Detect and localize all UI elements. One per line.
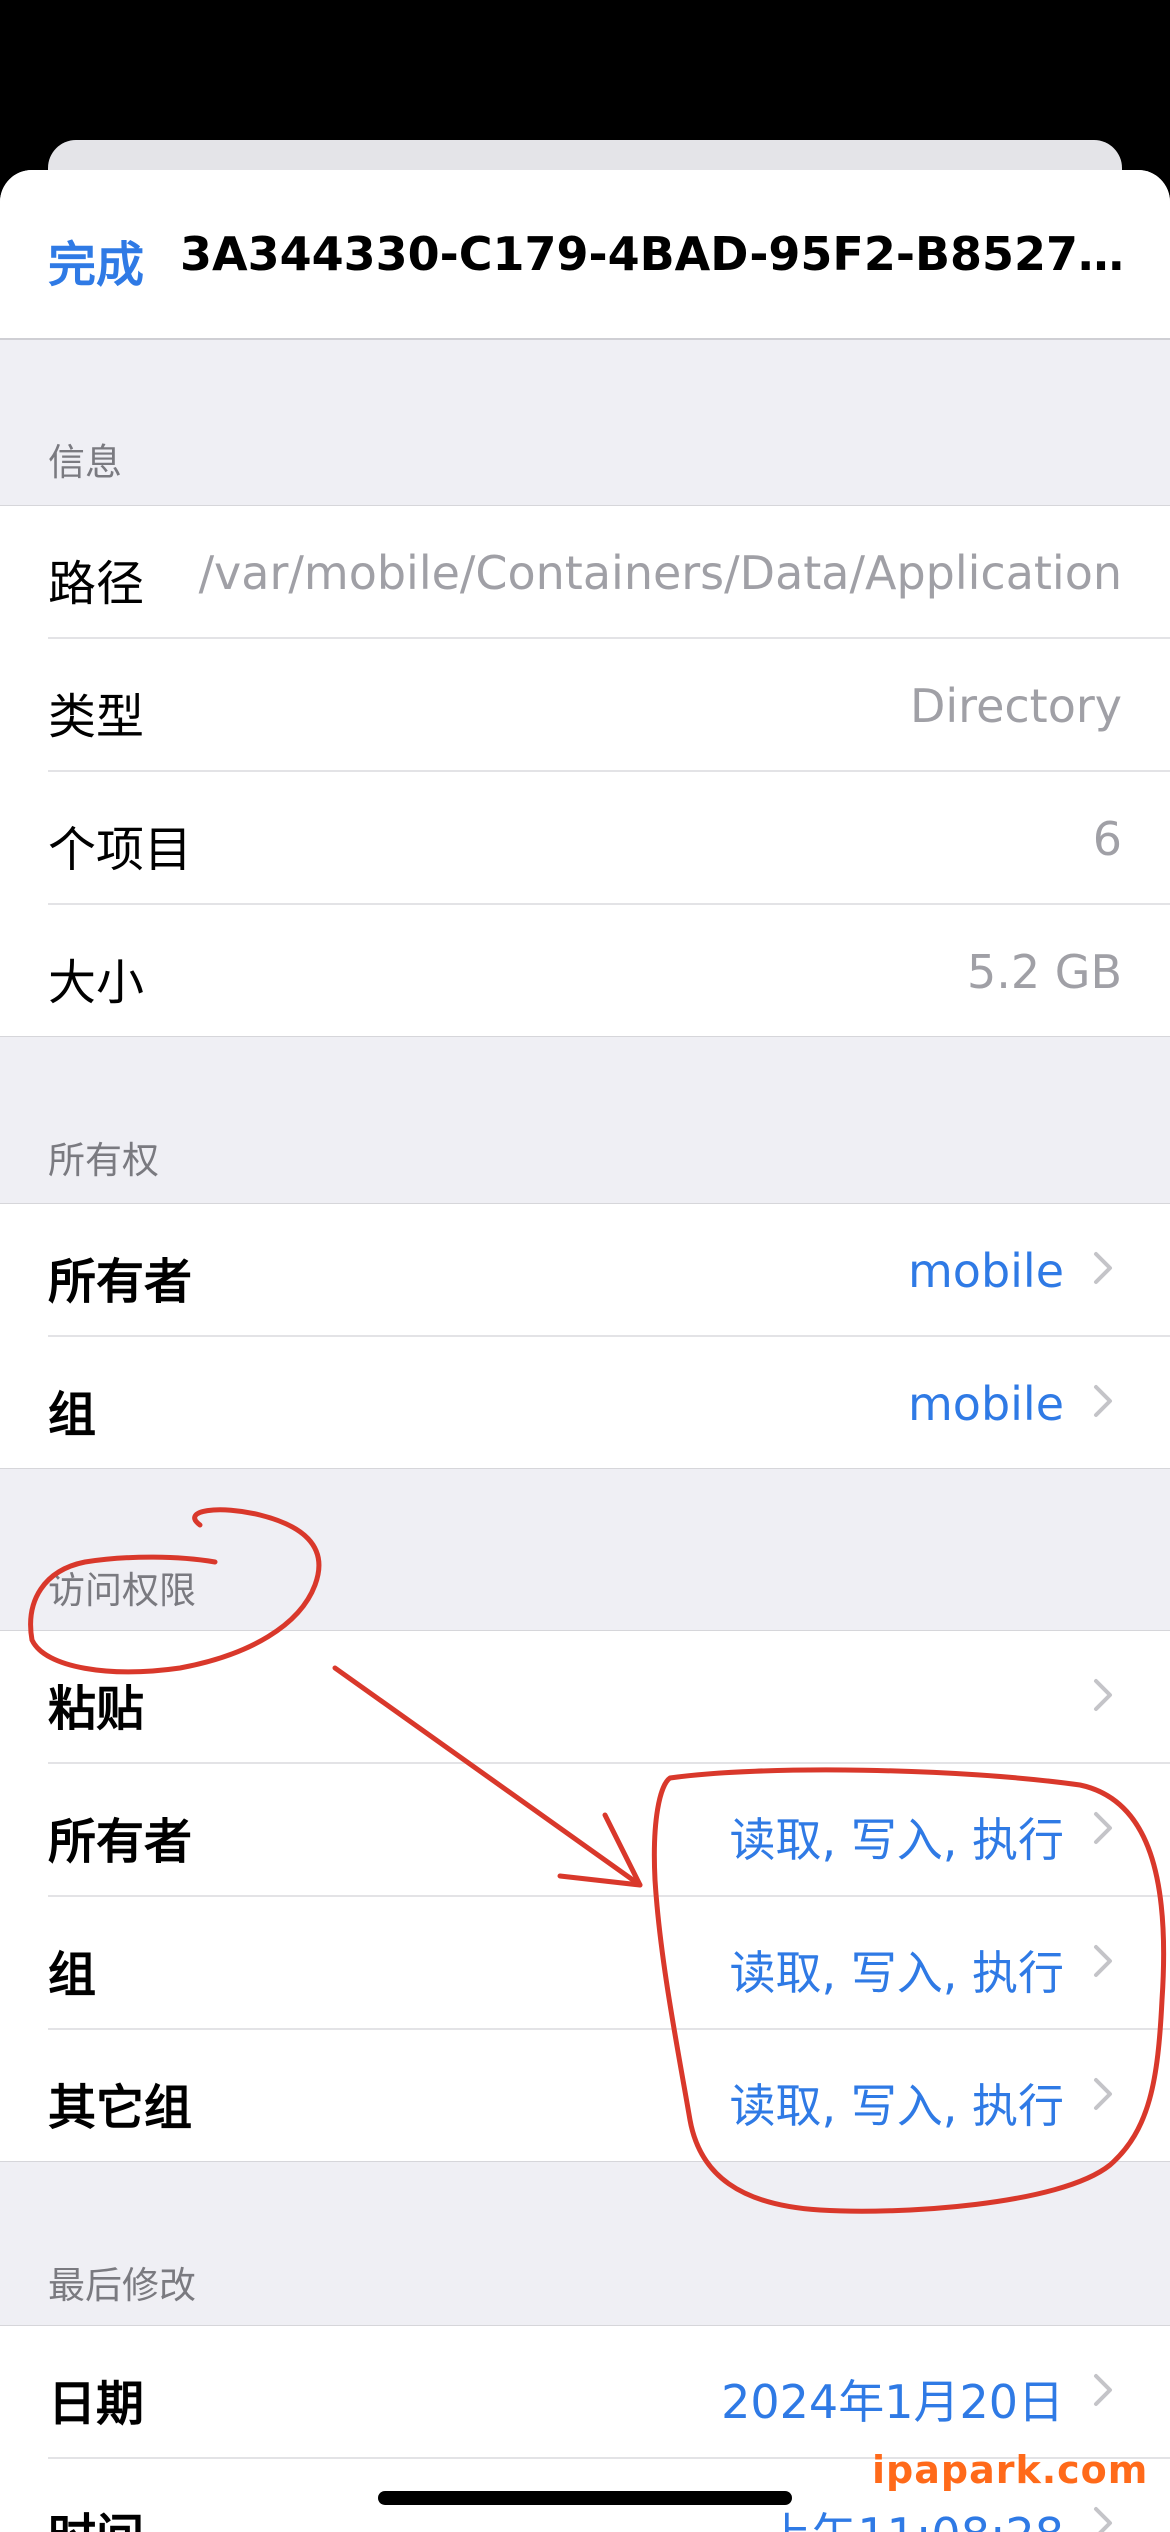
- row-owner-permissions[interactable]: 所有者 读取, 写入, 执行: [48, 1764, 1170, 1897]
- info-group: 路径 /var/mobile/Containers/Data/Applicati…: [0, 505, 1170, 1037]
- section-header-permissions: 访问权限: [48, 1569, 196, 1612]
- paste-label: 粘贴: [48, 1681, 145, 1737]
- group-permissions-value: 读取, 写入, 执行: [729, 1946, 1065, 2000]
- section-header-modified: 最后修改: [48, 2264, 196, 2307]
- row-group[interactable]: 组 mobile: [48, 1337, 1170, 1468]
- chevron-right-icon: [1094, 1252, 1112, 1284]
- owner-permissions-label: 所有者: [48, 1814, 193, 1870]
- path-value: /var/mobile/Containers/Data/Application: [198, 546, 1122, 600]
- owner-label: 所有者: [48, 1254, 193, 1310]
- row-group-permissions[interactable]: 组 读取, 写入, 执行: [48, 1897, 1170, 2030]
- row-item-count: 个项目 6: [48, 772, 1170, 905]
- done-button[interactable]: 完成: [48, 225, 144, 295]
- nav-title: 3A344330-C179-4BAD-95F2-B8527...: [180, 227, 1130, 281]
- item-count-label: 个项目: [48, 822, 193, 878]
- group-label: 组: [48, 1387, 97, 1443]
- size-label: 大小: [48, 955, 145, 1011]
- item-count-value: 6: [1092, 812, 1122, 866]
- row-other-permissions[interactable]: 其它组 读取, 写入, 执行: [48, 2030, 1170, 2161]
- row-paste[interactable]: 粘贴: [48, 1631, 1170, 1764]
- other-permissions-value: 读取, 写入, 执行: [729, 2079, 1065, 2133]
- group-value: mobile: [907, 1377, 1064, 1431]
- home-indicator: [378, 2491, 792, 2505]
- chevron-right-icon: [1094, 2374, 1112, 2406]
- file-info-sheet: 完成 3A344330-C179-4BAD-95F2-B8527... 信息 路…: [0, 170, 1170, 2532]
- section-header-info: 信息: [48, 441, 122, 484]
- time-value: 上午11:08:28: [765, 2499, 1064, 2532]
- chevron-right-icon: [1094, 2507, 1112, 2532]
- watermark: ipapark.com: [872, 2448, 1149, 2492]
- chevron-right-icon: [1094, 1385, 1112, 1417]
- ownership-group: 所有者 mobile 组 mobile: [0, 1203, 1170, 1469]
- owner-permissions-value: 读取, 写入, 执行: [729, 1813, 1065, 1867]
- type-label: 类型: [48, 689, 145, 745]
- other-permissions-label: 其它组: [48, 2080, 193, 2136]
- date-label: 日期: [48, 2376, 145, 2432]
- type-value: Directory: [909, 679, 1122, 733]
- owner-value: mobile: [907, 1244, 1064, 1298]
- row-date[interactable]: 日期 2024年1月20日: [48, 2326, 1170, 2459]
- row-path: 路径 /var/mobile/Containers/Data/Applicati…: [48, 506, 1170, 639]
- chevron-right-icon: [1094, 1679, 1112, 1711]
- date-value: 2024年1月20日: [721, 2375, 1064, 2429]
- chevron-right-icon: [1094, 1812, 1112, 1844]
- row-owner[interactable]: 所有者 mobile: [48, 1204, 1170, 1337]
- row-type: 类型 Directory: [48, 639, 1170, 772]
- chevron-right-icon: [1094, 2078, 1112, 2110]
- path-label: 路径: [48, 556, 145, 612]
- navigation-bar: 完成 3A344330-C179-4BAD-95F2-B8527...: [0, 170, 1170, 340]
- row-size: 大小 5.2 GB: [48, 905, 1170, 1036]
- size-value: 5.2 GB: [967, 945, 1122, 999]
- time-label: 时间: [48, 2497, 144, 2532]
- group-permissions-label: 组: [48, 1947, 97, 2003]
- section-header-ownership: 所有权: [48, 1139, 159, 1182]
- permissions-group: 粘贴 所有者 读取, 写入, 执行 组 读取, 写入, 执行 其它组 读取, 写…: [0, 1630, 1170, 2162]
- chevron-right-icon: [1094, 1945, 1112, 1977]
